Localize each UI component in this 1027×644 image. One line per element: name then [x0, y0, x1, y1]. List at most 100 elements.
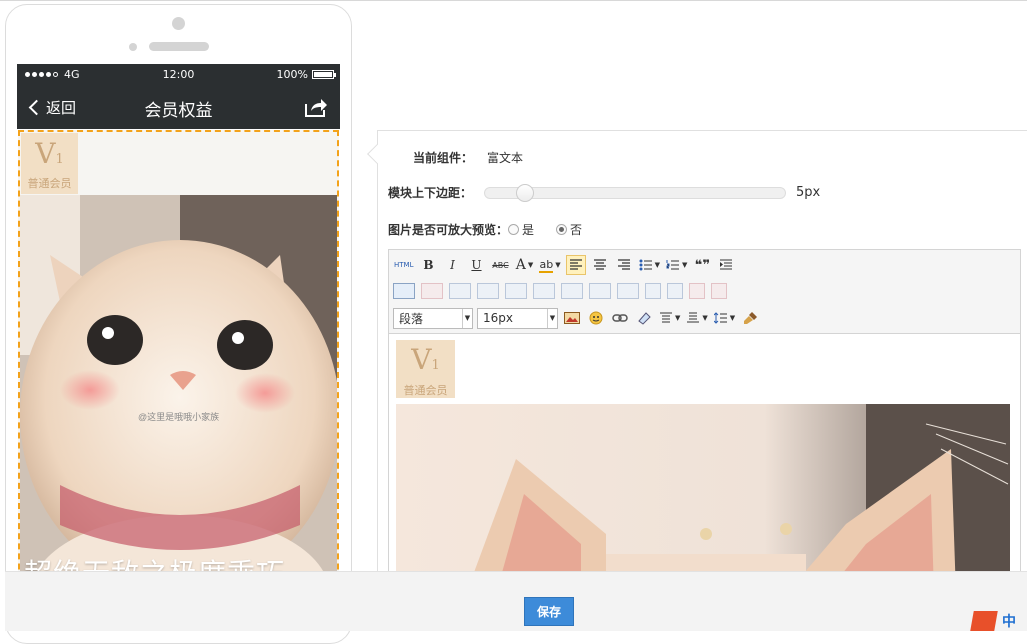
current-component-value: 富文本	[487, 151, 524, 165]
align-left-icon	[569, 259, 582, 270]
margin-slider[interactable]	[484, 183, 787, 202]
ordered-list-button[interactable]: ▼	[665, 255, 688, 275]
italic-button[interactable]: I	[442, 255, 462, 275]
editor-badge-label: 普通会员	[403, 384, 448, 397]
toolbar-row-3: 段落 ▼ 16px ▼ ▼ ▼ ▼	[393, 307, 760, 329]
phone-speaker	[149, 42, 209, 51]
merge-cells-icon[interactable]	[645, 283, 661, 299]
emoticon-button[interactable]	[586, 308, 606, 328]
battery-indicator: 100%	[276, 68, 336, 81]
line-height-button[interactable]: ▼	[713, 308, 736, 328]
bold-button[interactable]: B	[418, 255, 438, 275]
preview-row: 图片是否可放大预览： 是 否	[388, 221, 582, 238]
preview-yes-radio[interactable]	[508, 224, 520, 235]
share-icon[interactable]	[304, 96, 328, 118]
toolbar-row-1: HTML B I U ABC A ▼ ab ▼ ▼ ▼ ❝❞	[393, 254, 736, 276]
current-component-label: 当前组件：	[413, 151, 474, 165]
font-color-button[interactable]: A ▼	[514, 255, 534, 275]
align-center-button[interactable]	[590, 255, 610, 275]
page-title: 会员权益	[144, 101, 213, 121]
align-left-button[interactable]	[565, 255, 586, 275]
split-cells-icon[interactable]	[689, 283, 705, 299]
rich-text-preview[interactable]: V1 普通会员 @这里是哦哦小家族	[18, 130, 339, 624]
preview-no-label[interactable]: 否	[570, 221, 582, 238]
phone-camera	[172, 17, 185, 30]
align-right-button[interactable]	[614, 255, 634, 275]
align-right-icon	[617, 259, 630, 270]
indent-button[interactable]	[716, 255, 736, 275]
paragraph-select-value: 段落	[399, 311, 424, 326]
panel-arrow	[367, 144, 387, 164]
footer-bar: 保存	[5, 571, 1027, 631]
insert-image-button[interactable]	[562, 308, 582, 328]
editor-cat-image	[396, 404, 1010, 588]
phone-screen: 4G 12:00 100% 返回 会员权益 V1 普通会员 @这里是哦哦小家族	[17, 64, 340, 624]
html-button[interactable]: HTML	[393, 255, 414, 275]
ime-language-label: 中	[1002, 614, 1016, 630]
highlight-button[interactable]: ab ▼	[538, 255, 561, 275]
delete-col-icon[interactable]	[617, 283, 639, 299]
numbered-list-icon	[666, 260, 679, 270]
insert-col-before-icon[interactable]	[561, 283, 583, 299]
emoticon-icon	[589, 311, 603, 325]
ime-indicator[interactable]: 中	[970, 611, 1016, 631]
spacing-top-icon	[660, 312, 672, 323]
row-spacing-top-button[interactable]: ▼	[658, 308, 681, 328]
badge-logo: V1	[35, 137, 64, 170]
margin-value: 5px	[796, 185, 821, 200]
eraser-icon	[638, 312, 651, 325]
margin-label: 模块上下边距：	[388, 186, 473, 200]
preview-label: 图片是否可放大预览：	[388, 223, 509, 237]
insert-row-after-icon[interactable]	[505, 283, 527, 299]
chevron-down-icon: ▼	[547, 308, 557, 328]
spacing-bottom-icon	[687, 312, 700, 323]
image-watermark: @这里是哦哦小家族	[138, 411, 219, 422]
editor-badge-logo: V1	[411, 343, 440, 376]
insert-row-before-icon[interactable]	[477, 283, 499, 299]
font-size-select[interactable]: 16px ▼	[477, 307, 558, 329]
link-icon	[612, 314, 628, 322]
row-spacing-bottom-button[interactable]: ▼	[685, 308, 708, 328]
battery-icon	[312, 70, 336, 79]
split-rows-icon[interactable]	[711, 283, 727, 299]
insert-col-after-icon[interactable]	[589, 283, 611, 299]
insert-table-icon[interactable]	[393, 283, 415, 299]
toolbar-row-2	[393, 280, 727, 302]
phone-sensor	[129, 43, 137, 51]
save-button[interactable]: 保存	[524, 597, 574, 626]
editor-toolbar: HTML B I U ABC A ▼ ab ▼ ▼ ▼ ❝❞ 段落 ▼ 16px…	[389, 250, 1020, 334]
eraser-button[interactable]	[634, 308, 654, 328]
margin-row: 模块上下边距： 5px	[388, 183, 821, 202]
top-divider	[0, 0, 1027, 1]
merge-right-icon[interactable]	[667, 283, 683, 299]
unordered-list-button[interactable]: ▼	[638, 255, 661, 275]
format-painter-button[interactable]	[740, 308, 760, 328]
table-title-icon[interactable]	[449, 283, 471, 299]
strikethrough-button[interactable]: ABC	[490, 255, 510, 275]
link-button[interactable]	[610, 308, 630, 328]
preview-yes-label[interactable]: 是	[522, 221, 534, 238]
current-component-row: 当前组件： 富文本	[413, 149, 523, 166]
indent-icon	[720, 259, 733, 270]
image-icon	[564, 312, 580, 324]
rich-text-editor: HTML B I U ABC A ▼ ab ▼ ▼ ▼ ❝❞ 段落 ▼ 16px…	[388, 249, 1021, 589]
battery-percent: 100%	[276, 68, 308, 81]
editor-member-badge: V1 普通会员	[396, 340, 455, 398]
delete-row-icon[interactable]	[533, 283, 555, 299]
chevron-down-icon: ▼	[462, 308, 472, 328]
edit-panel: 当前组件： 富文本 模块上下边距： 5px 图片是否可放大预览： 是 否 HTM…	[367, 130, 1027, 590]
bullet-list-icon	[639, 259, 652, 271]
format-brush-icon	[744, 312, 758, 324]
underline-button[interactable]: U	[466, 255, 486, 275]
preview-no-radio[interactable]	[556, 224, 568, 235]
editor-content-area[interactable]: V1 普通会员	[389, 334, 1020, 588]
paragraph-select[interactable]: 段落 ▼	[393, 307, 473, 329]
ime-logo-icon	[970, 611, 998, 631]
delete-table-icon[interactable]	[421, 283, 443, 299]
align-center-icon	[593, 259, 606, 270]
status-bar: 4G 12:00 100%	[17, 64, 340, 86]
font-size-select-value: 16px	[483, 311, 513, 325]
blockquote-button[interactable]: ❝❞	[692, 255, 712, 275]
badge-label: 普通会员	[27, 177, 72, 190]
margin-slider-handle[interactable]	[516, 183, 535, 202]
